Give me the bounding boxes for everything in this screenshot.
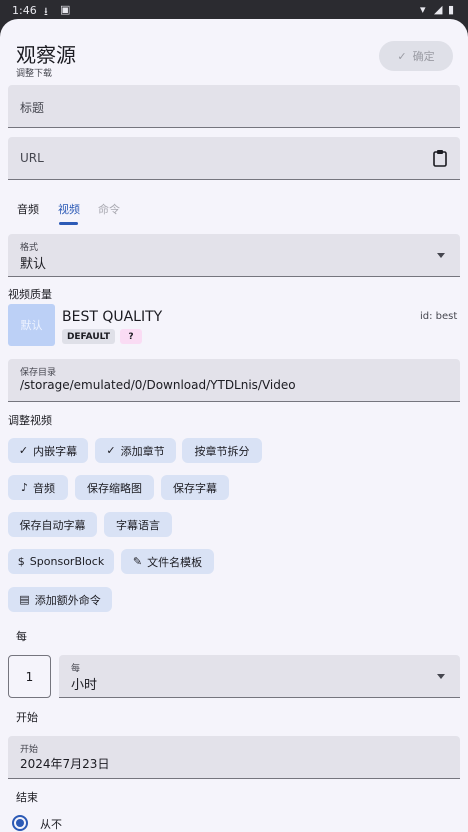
chip-label: 保存缩略图 [87,481,142,495]
wifi-icon: ▾ [420,3,426,16]
clipboard-icon[interactable] [432,149,448,167]
adjust-video-label: 调整视频 [8,414,52,427]
quality-id: id: best [420,311,458,322]
chip-label: 添加章节 [120,444,165,458]
check-icon: ✓ [106,444,116,457]
start-date-value: 2024年7月23日 [20,757,110,771]
title-input[interactable]: 标题 [8,85,460,128]
page-subtitle: 调整下载 [16,69,53,79]
dropdown-arrow-icon [437,674,445,679]
every-label: 每 [16,630,27,643]
never-radio[interactable] [12,815,28,831]
chip-label: 添加额外命令 [34,593,101,607]
music-note-icon: ♪ [20,481,29,494]
dollar-icon: $ [17,555,25,568]
filename-template-chip[interactable]: ✎ 文件名模板 [121,549,214,574]
format-select[interactable]: 格式 默认 [8,234,460,277]
interval-unit-label: 每 [71,664,81,674]
format-value: 默认 [20,257,47,272]
pencil-icon: ✎ [132,555,143,568]
subtitle-language-chip[interactable]: 字幕语言 [104,512,172,537]
embed-subtitles-chip[interactable]: ✓ 内嵌字幕 [8,438,88,463]
status-bar: 1:46 ⭳ ▣ ▾ ◢ ▮ [0,0,468,20]
tab-video[interactable]: 视频 [58,201,80,217]
unknown-badge: ? [120,329,142,344]
chip-label: 按章节拆分 [194,444,250,458]
battery-icon: ▮ [448,3,455,16]
save-directory-field[interactable]: 保存目录 /storage/emulated/0/Download/YTDLni… [8,359,460,402]
quality-name[interactable]: BEST QUALITY [62,309,162,325]
check-icon: ✓ [18,444,29,457]
status-time: 1:46 [12,4,37,17]
url-input[interactable]: URL [8,137,460,180]
title-placeholder: 标题 [20,101,45,115]
confirm-label: 确定 [412,50,435,63]
chip-label: 保存字幕 [173,481,217,495]
never-option-label: 从不 [40,818,62,831]
chip-label: SponsorBlock [29,555,105,568]
page-title: 观察源 [16,43,76,67]
notification-icon: ▣ [60,3,71,16]
format-thumbnail: 默认 [8,304,55,346]
add-chapters-chip[interactable]: ✓ 添加章节 [95,438,176,463]
bottom-sheet: 观察源 调整下载 ✓ 确定 标题 URL 音频 视频 命令 格式 默认 视频质量… [0,19,468,832]
interval-unit-select[interactable]: 每 小时 [59,655,460,698]
start-date-label: 开始 [20,745,39,755]
split-chapters-chip[interactable]: 按章节拆分 [182,438,262,463]
check-icon: ✓ [397,49,407,63]
chip-label: 保存自动字幕 [19,518,86,532]
tab-indicator [59,222,78,225]
terminal-icon: ▤ [19,593,30,606]
chip-label: 音频 [33,481,56,495]
thumbnail-text: 默认 [20,319,43,332]
signal-icon: ◢ [434,3,443,16]
tab-audio[interactable]: 音频 [17,201,39,217]
confirm-button[interactable]: ✓ 确定 [379,41,453,71]
interval-number-input[interactable]: 1 [8,655,51,698]
format-label: 格式 [20,243,39,253]
chip-label: 字幕语言 [116,518,160,532]
dropdown-arrow-icon [437,253,445,258]
url-placeholder: URL [20,151,44,165]
end-label: 结束 [16,791,38,804]
default-badge: DEFAULT [62,329,115,344]
save-directory-label: 保存目录 [20,368,57,378]
extra-commands-chip[interactable]: ▤ 添加额外命令 [8,587,112,612]
start-label: 开始 [16,711,38,724]
save-directory-value: /storage/emulated/0/Download/YTDLnis/Vid… [20,378,296,392]
save-auto-subtitles-chip[interactable]: 保存自动字幕 [8,512,97,537]
tab-command[interactable]: 命令 [98,201,120,217]
sponsorblock-chip[interactable]: $ SponsorBlock [8,549,114,574]
interval-unit-value: 小时 [71,678,98,693]
save-subtitles-chip[interactable]: 保存字幕 [161,475,229,500]
video-quality-label: 视频质量 [8,288,52,301]
start-date-field[interactable]: 开始 2024年7月23日 [8,736,460,779]
chip-label: 文件名模板 [147,555,203,569]
audio-chip[interactable]: ♪ 音频 [8,475,68,500]
chip-label: 内嵌字幕 [33,444,78,458]
save-thumbnail-chip[interactable]: 保存缩略图 [75,475,154,500]
